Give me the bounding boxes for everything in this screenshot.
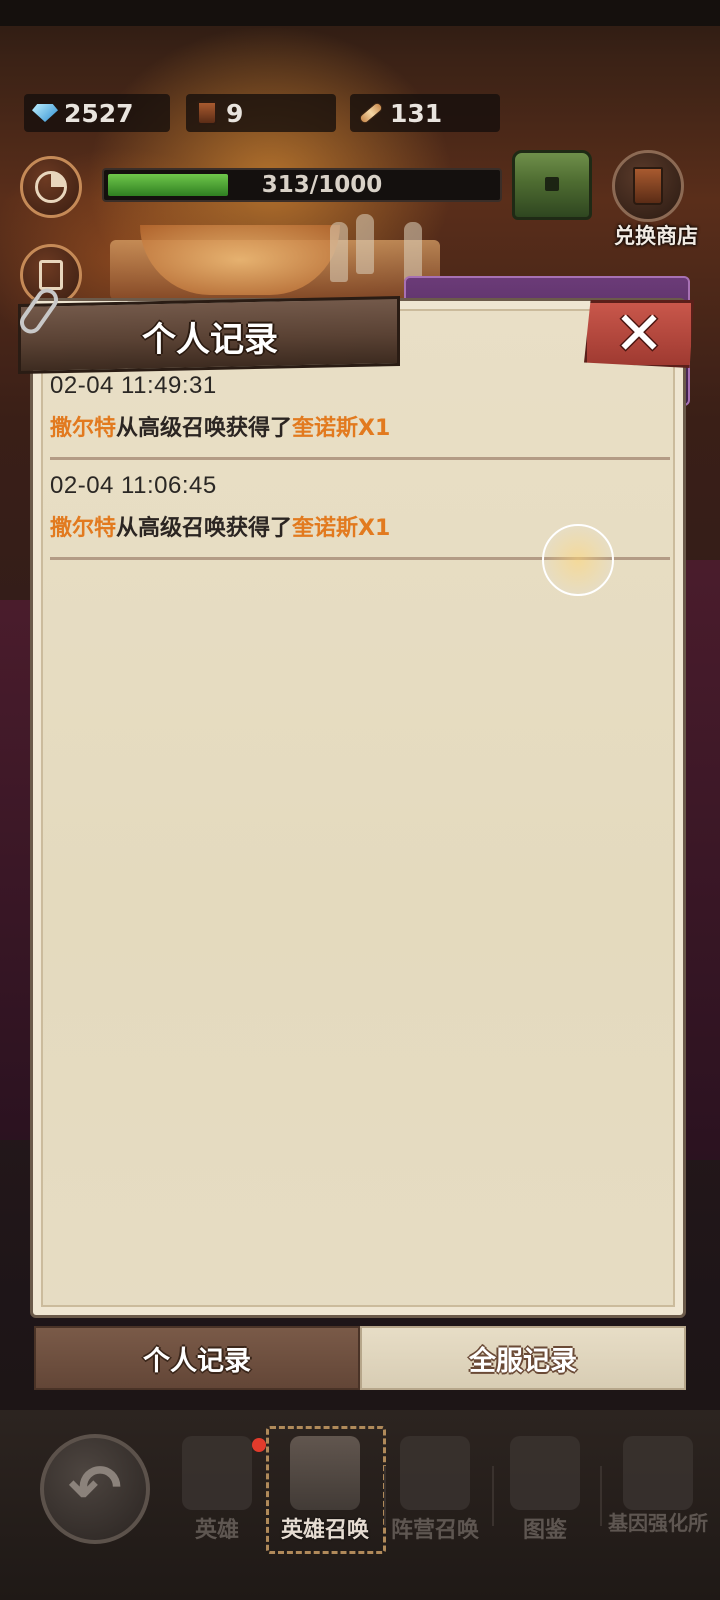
beer-counter[interactable]: 9 xyxy=(186,94,336,132)
tab-label: 全服记录 xyxy=(469,1345,577,1377)
stats-button[interactable] xyxy=(20,156,82,218)
pie-chart-icon xyxy=(35,171,67,203)
scroll-value: 131 xyxy=(390,98,443,128)
close-button[interactable]: ✕ xyxy=(584,300,694,368)
close-icon: ✕ xyxy=(613,299,665,369)
right-decoration xyxy=(680,560,720,1160)
nav-label: 基因强化所 xyxy=(608,1511,708,1535)
player-name: 撒尔特 xyxy=(50,516,117,541)
tab-personal-records[interactable]: 个人记录 xyxy=(34,1326,360,1390)
record-divider xyxy=(50,457,670,460)
tab-label: 个人记录 xyxy=(143,1345,251,1377)
nav-item-faction-summon[interactable]: 阵营召唤 xyxy=(380,1436,490,1544)
gem-value: 2527 xyxy=(64,98,134,128)
back-arrow-icon: ↶ xyxy=(68,1452,122,1526)
status-bar xyxy=(0,0,720,26)
bottle-decoration xyxy=(330,222,348,282)
record-action: 从高级召唤获得了 xyxy=(116,516,293,541)
gem-counter[interactable]: 2527 xyxy=(24,94,170,132)
record-text: 撒尔特从高级召唤获得了奎诺斯X1 xyxy=(50,410,670,442)
document-icon xyxy=(39,260,63,290)
record-reward: 奎诺斯X1 xyxy=(292,416,391,441)
record-time: 02-04 11:49:31 xyxy=(50,372,217,399)
nav-item-codex[interactable]: 图鉴 xyxy=(490,1436,600,1544)
dialog-title: 个人记录 xyxy=(142,320,278,360)
tab-server-records[interactable]: 全服记录 xyxy=(360,1326,686,1390)
record-reward: 奎诺斯X1 xyxy=(292,516,391,541)
bottle-decoration xyxy=(356,214,374,274)
beer-mug-icon xyxy=(192,98,222,128)
player-name: 撒尔特 xyxy=(50,416,117,441)
record-time: 02-04 11:06:45 xyxy=(50,472,217,499)
book-icon xyxy=(510,1436,580,1510)
exchange-shop-label: 兑换商店 xyxy=(614,224,698,248)
gem-icon xyxy=(30,98,60,128)
nav-label: 阵营召唤 xyxy=(390,1518,479,1543)
record-tabs: 个人记录 全服记录 xyxy=(34,1326,686,1390)
nav-item-heroes[interactable]: 英雄 xyxy=(162,1436,272,1544)
nav-label: 英雄召唤 xyxy=(280,1518,369,1543)
bottle-decoration xyxy=(404,222,422,282)
atom-icon xyxy=(623,1436,693,1510)
nav-label: 图鉴 xyxy=(522,1518,567,1543)
exchange-shop-button[interactable] xyxy=(612,150,684,222)
records-dialog xyxy=(30,298,686,1318)
back-button[interactable]: ↶ xyxy=(40,1434,150,1544)
beer-value: 9 xyxy=(226,98,244,128)
touch-indicator xyxy=(542,524,614,596)
summon-progress-bar: 313/1000 xyxy=(102,168,502,202)
beer-mug-icon xyxy=(290,1436,360,1510)
progress-text: 313/1000 xyxy=(261,172,383,198)
wizard-hat-icon xyxy=(400,1436,470,1510)
reward-chest[interactable] xyxy=(512,150,592,220)
beer-mug-icon xyxy=(633,167,663,205)
record-item: 02-04 11:49:31 撒尔特从高级召唤获得了奎诺斯X1 xyxy=(50,372,670,442)
record-action: 从高级召唤获得了 xyxy=(116,416,293,441)
nav-item-hero-summon[interactable]: 英雄召唤 xyxy=(270,1436,380,1544)
hero-icon xyxy=(182,1436,252,1510)
scroll-icon xyxy=(356,98,386,128)
nav-item-gene-lab[interactable]: 基因强化所 xyxy=(602,1436,714,1534)
nav-label: 英雄 xyxy=(194,1518,239,1543)
scroll-counter[interactable]: 131 xyxy=(350,94,500,132)
